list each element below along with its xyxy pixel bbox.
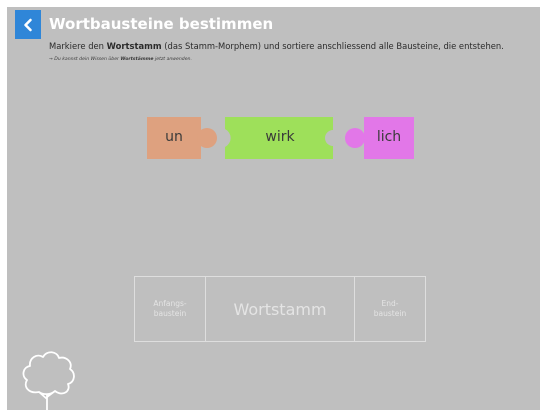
dropzone-stem[interactable]: Wortstamm [206,276,355,342]
dropzone-suffix-text: End-baustein [374,299,406,319]
exercise-stage: Wortbausteine bestimmen Markiere den Wor… [7,7,540,410]
puzzle-piece-label-lich[interactable]: lich [364,129,414,145]
dropzone-row: Anfangs-baustein Wortstamm End-baustein [134,276,426,342]
puzzle-piece-label-un[interactable]: un [147,129,201,145]
word-puzzle [147,117,414,159]
dropzone-suffix[interactable]: End-baustein [355,276,426,342]
dropzone-prefix-line1: Anfangs- [153,299,187,308]
puzzle-piece-lich-tab [345,128,365,148]
dropzone-stem-label: Wortstamm [233,299,327,319]
puzzle-piece-wirk-tab [325,130,341,146]
tree-icon [22,351,75,410]
dropzone-prefix-text: Anfangs-baustein [153,299,186,319]
dropzone-suffix-line1: End- [381,299,399,308]
dropzone-suffix-line2: baustein [373,309,407,318]
dropzone-prefix[interactable]: Anfangs-baustein [134,276,206,342]
dropzone-prefix-line2: baustein [153,309,187,318]
puzzle-piece-label-wirk[interactable]: wirk [235,129,325,145]
